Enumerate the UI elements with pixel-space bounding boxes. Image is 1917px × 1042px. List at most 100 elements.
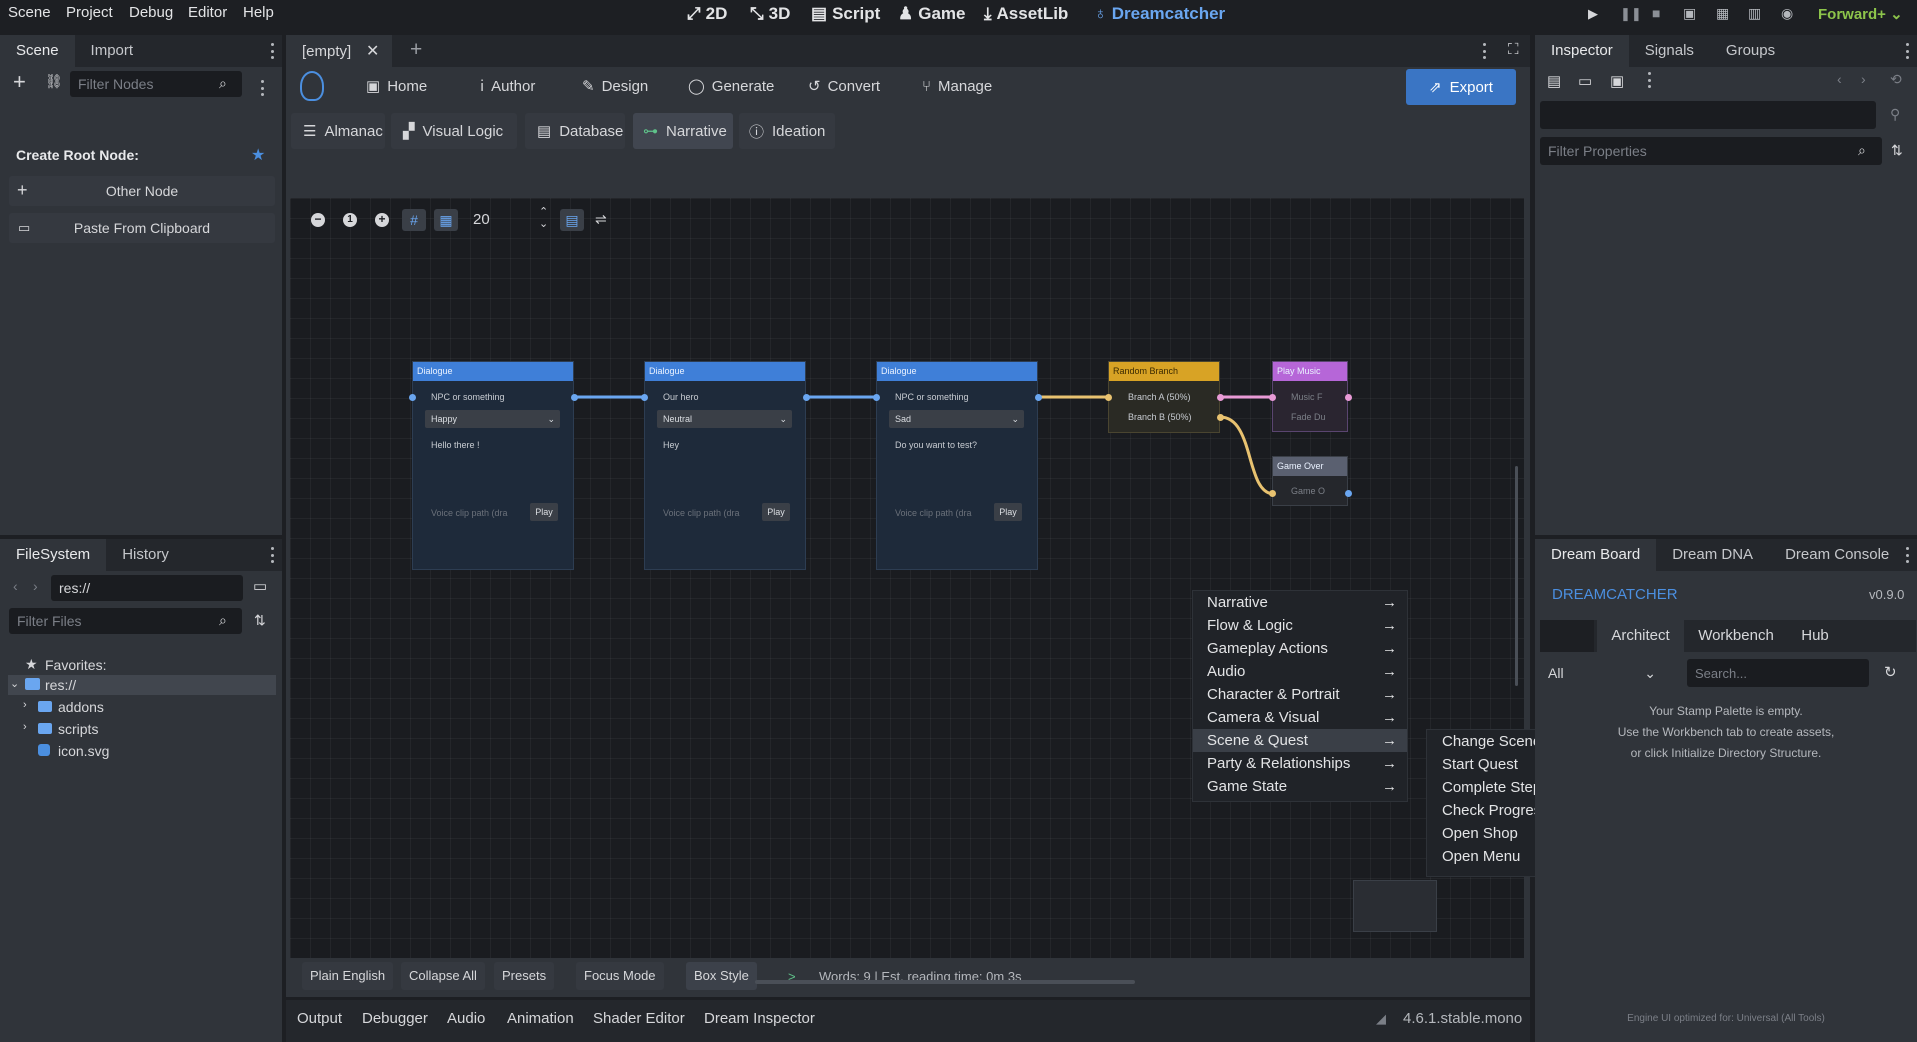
play-icon[interactable]: ▶ xyxy=(1588,6,1598,22)
menu-item-flow-logic[interactable]: Flow & Logic → xyxy=(1193,614,1407,637)
subtab-workbench[interactable]: Workbench xyxy=(1691,620,1781,652)
narrative-graph[interactable]: − 1 + # ▦ 20 ⌃ ⌄ ▤ ⇌ Dialogue NPC or some… xyxy=(290,198,1524,958)
author-button[interactable]: ⅰ Author xyxy=(480,73,535,99)
emotion-select[interactable]: Sad ⌄ xyxy=(889,410,1024,428)
tab-animation[interactable]: Animation xyxy=(507,1010,574,1027)
menu-item-audio[interactable]: Audio → xyxy=(1193,660,1407,683)
input-port[interactable] xyxy=(873,394,880,401)
output-port[interactable] xyxy=(1345,394,1352,401)
filesystem-menu-icon[interactable] xyxy=(270,547,274,563)
history-icon[interactable]: ◢ xyxy=(1376,1011,1386,1027)
stop-icon[interactable]: ■ xyxy=(1652,5,1660,21)
workspace-game-button[interactable]: ♟ Game xyxy=(898,4,966,24)
renderer-select[interactable]: Forward+ ⌄ xyxy=(1818,5,1903,23)
workspace-assetlib-button[interactable]: ⤓ AssetLib xyxy=(984,4,1068,24)
home-button[interactable]: ▣ Home xyxy=(366,73,427,99)
workspace-dreamcatcher-button[interactable]: ♁ Dreamcatcher xyxy=(1094,4,1225,24)
chevron-down-icon[interactable]: ⌄ xyxy=(10,677,19,690)
menu-item-character-portrait[interactable]: Character & Portrait → xyxy=(1193,683,1407,706)
fade-duration-field[interactable]: Fade Du xyxy=(1291,412,1326,422)
filter-nodes-input[interactable]: Filter Nodes xyxy=(70,71,242,97)
random-branch-node[interactable]: Random Branch Branch A (50%) Branch B (5… xyxy=(1108,361,1220,433)
new-resource-icon[interactable]: ▤ xyxy=(1547,72,1561,90)
tab-history[interactable]: History xyxy=(106,539,185,571)
tab-inspector[interactable]: Inspector xyxy=(1535,35,1629,67)
box-style-button[interactable]: Box Style xyxy=(686,962,757,990)
music-file-field[interactable]: Music F xyxy=(1291,392,1323,402)
filter-files-input[interactable]: Filter Files xyxy=(9,608,242,634)
horizontal-scrollbar[interactable] xyxy=(755,980,1135,984)
play-button[interactable]: Play xyxy=(994,503,1022,521)
paste-clipboard-button[interactable]: ▭ Paste From Clipboard xyxy=(9,213,275,243)
output-port[interactable] xyxy=(1217,394,1224,401)
tab-scene[interactable]: Scene xyxy=(0,35,75,67)
emotion-select[interactable]: Neutral ⌄ xyxy=(657,410,792,428)
menu-item-camera-visual[interactable]: Camera & Visual → xyxy=(1193,706,1407,729)
input-port[interactable] xyxy=(641,394,648,401)
presets-button[interactable]: Presets xyxy=(494,962,555,990)
subtab-narrative[interactable]: ⊶ Narrative xyxy=(633,113,733,149)
distraction-free-icon[interactable]: ⛶ xyxy=(1508,41,1519,58)
favorite-star-icon[interactable]: ★ xyxy=(251,145,265,165)
tab-filesystem[interactable]: FileSystem xyxy=(0,539,107,571)
subtab-hub[interactable]: Hub xyxy=(1788,620,1842,652)
play-custom-icon[interactable]: ▥ xyxy=(1748,5,1761,22)
scene-tools-menu-icon[interactable] xyxy=(260,80,264,96)
scene-tab[interactable]: [empty] ✕ xyxy=(286,35,392,67)
tab-output[interactable]: Output xyxy=(297,1010,342,1027)
play-button[interactable]: Play xyxy=(530,503,558,521)
tab-audio[interactable]: Audio xyxy=(447,1010,485,1027)
game-over-node[interactable]: Game Over Game O xyxy=(1272,456,1348,506)
input-port[interactable] xyxy=(409,394,416,401)
refresh-icon[interactable]: ↻ xyxy=(1884,663,1897,681)
emotion-select[interactable]: Happy ⌄ xyxy=(425,410,560,428)
design-button[interactable]: ✎ Design xyxy=(582,73,648,99)
tree-item-root[interactable]: ⌄ res:// xyxy=(8,675,276,695)
open-folder-icon[interactable]: ▭ xyxy=(1578,72,1592,90)
input-port[interactable] xyxy=(1269,394,1276,401)
focus-mode-button[interactable]: Focus Mode xyxy=(576,962,664,990)
input-port[interactable] xyxy=(1105,394,1112,401)
tab-dream-dna[interactable]: Dream DNA xyxy=(1656,539,1769,571)
voice-path-field[interactable]: Voice clip path (dra xyxy=(431,508,508,518)
dialogue-node[interactable]: Dialogue Our hero Neutral ⌄ Hey Voice cli… xyxy=(644,361,806,570)
menu-editor[interactable]: Editor xyxy=(188,4,227,21)
dialogue-text[interactable]: Do you want to test? xyxy=(895,440,977,450)
output-port[interactable] xyxy=(1345,490,1352,497)
game-over-field[interactable]: Game O xyxy=(1291,486,1325,496)
subtab-almanac[interactable]: ☰ Almanac xyxy=(291,113,385,149)
manage-button[interactable]: ⑂ Manage xyxy=(922,73,992,99)
tab-dream-inspector[interactable]: Dream Inspector xyxy=(704,1010,815,1027)
plain-english-button[interactable]: Plain English xyxy=(302,962,394,990)
tree-item-addons[interactable]: › addons xyxy=(8,697,276,717)
search-icon[interactable]: ⌕ xyxy=(219,75,227,92)
generate-button[interactable]: ◯ Generate xyxy=(688,73,774,99)
stamp-search-input[interactable]: Search... xyxy=(1687,659,1869,687)
menu-project[interactable]: Project xyxy=(66,4,113,21)
add-tab-icon[interactable]: + xyxy=(410,38,422,62)
filter-properties-input[interactable]: Filter Properties xyxy=(1540,137,1882,165)
workspace-2d-button[interactable]: ⤢ 2D xyxy=(687,4,727,24)
sort-icon[interactable]: ⇅ xyxy=(1891,142,1903,159)
scene-dock-menu-icon[interactable] xyxy=(270,43,274,59)
save-icon[interactable]: ▣ xyxy=(1610,72,1624,90)
menu-debug[interactable]: Debug xyxy=(129,4,173,21)
split-view-icon[interactable]: ▭ xyxy=(253,577,267,595)
inspector-menu-icon[interactable] xyxy=(1905,43,1909,59)
category-select[interactable]: All ⌄ xyxy=(1540,659,1662,687)
menu-help[interactable]: Help xyxy=(243,4,274,21)
workspace-3d-button[interactable]: ⤡ 3D xyxy=(750,4,790,24)
menu-item-party-relationships[interactable]: Party & Relationships → xyxy=(1193,752,1407,775)
close-icon[interactable]: ✕ xyxy=(366,41,379,61)
add-node-icon[interactable]: + xyxy=(13,69,26,95)
subtab-visual-logic[interactable]: ▞ Visual Logic xyxy=(391,113,517,149)
output-port[interactable] xyxy=(803,394,810,401)
play-scene-icon[interactable]: ▦ xyxy=(1716,5,1729,22)
vertical-scrollbar[interactable] xyxy=(1515,466,1518,686)
tree-item-icon-svg[interactable]: icon.svg xyxy=(8,741,276,761)
object-path-field[interactable] xyxy=(1540,101,1876,129)
menu-scene[interactable]: Scene xyxy=(8,4,51,21)
tree-item-scripts[interactable]: › scripts xyxy=(8,719,276,739)
dialogue-text[interactable]: Hello there ! xyxy=(431,440,480,450)
other-node-button[interactable]: + Other Node xyxy=(9,176,275,206)
